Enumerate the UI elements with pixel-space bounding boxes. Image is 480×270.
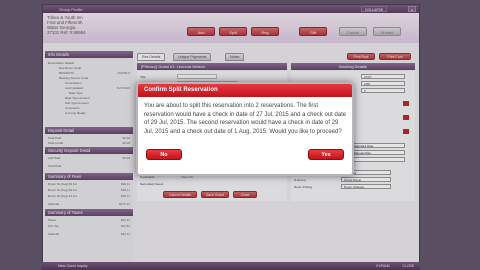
confirm-split-dialog: Confirm Split Reservation You are about … xyxy=(136,82,354,176)
bottom-bar: New Guest Inquiry EXPAND CLOSE xyxy=(42,262,420,270)
dialog-message: You are about to split this reservation … xyxy=(144,103,347,135)
yes-button[interactable]: Yes xyxy=(308,149,344,160)
no-button[interactable]: No xyxy=(146,149,182,160)
close-bottom-button[interactable]: CLOSE xyxy=(403,264,415,268)
dialog-title: Confirm Split Reservation xyxy=(138,84,352,97)
expand-button[interactable]: EXPAND xyxy=(376,264,390,268)
new-guest-inquiry-label[interactable]: New Guest Inquiry xyxy=(58,264,88,268)
